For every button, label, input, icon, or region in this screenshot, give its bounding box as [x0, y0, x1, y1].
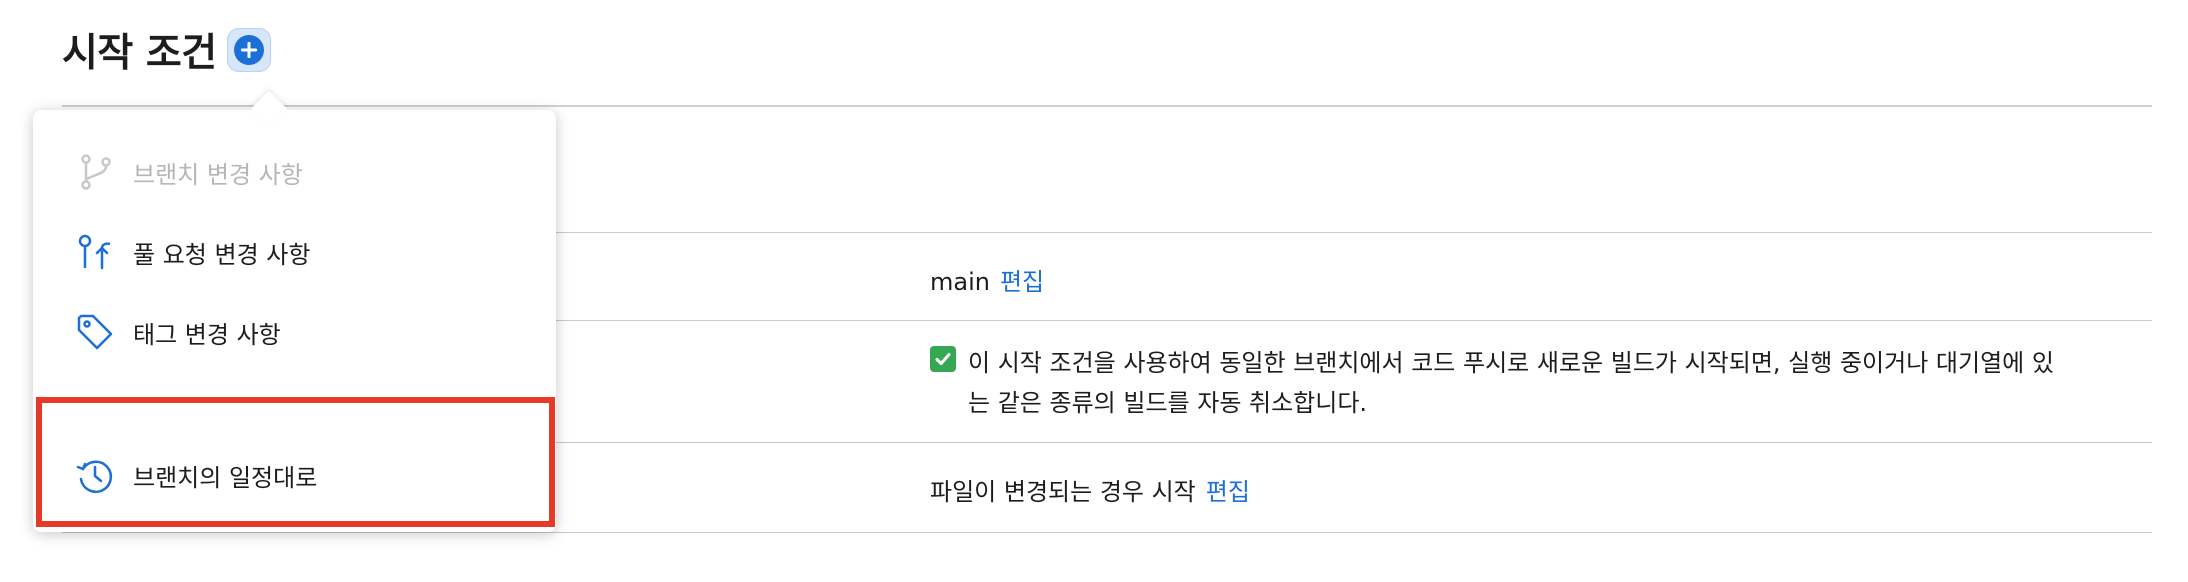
branch-icon — [81, 154, 111, 190]
pull-request-icon — [78, 234, 111, 270]
branch-row: main 편집 — [930, 262, 1044, 297]
highlight-box — [36, 397, 555, 527]
menu-item-label: 태그 변경 사항 — [133, 320, 281, 349]
menu-item-pull-request-changes[interactable]: 풀 요청 변경 사항 — [75, 232, 310, 272]
auto-cancel-row: 이 시작 조건을 사용하여 동일한 브랜치에서 코드 푸시로 새로운 빌드가 시… — [930, 343, 2058, 423]
auto-cancel-label: 이 시작 조건을 사용하여 동일한 브랜치에서 코드 푸시로 새로운 빌드가 시… — [968, 349, 2054, 417]
menu-item-label: 브랜치 변경 사항 — [133, 160, 303, 189]
section-title: 시작 조건 — [62, 31, 217, 76]
divider — [62, 532, 2152, 533]
menu-item-label: 풀 요청 변경 사항 — [133, 240, 311, 269]
menu-item-tag-changes[interactable]: 태그 변경 사항 — [75, 312, 281, 352]
file-change-row: 파일이 변경되는 경우 시작 편집 — [930, 472, 1250, 507]
plus-circle-icon — [233, 35, 264, 65]
section-header: 시작 조건 — [62, 22, 271, 78]
menu-item-branch-changes[interactable]: 브랜치 변경 사항 — [75, 152, 303, 192]
divider — [62, 105, 2152, 107]
tag-icon — [77, 314, 113, 350]
start-conditions-page: 시작 조건 main 편집 이 시작 조건을 사용하여 동일한 브랜치에서 코드 … — [0, 0, 2188, 582]
file-change-value: 파일이 변경되는 경우 시작 — [930, 478, 1196, 506]
branch-edit-link[interactable]: 편집 — [1000, 268, 1044, 296]
menu-caret — [250, 90, 288, 128]
branch-value: main — [930, 268, 990, 296]
check-icon — [935, 353, 951, 365]
file-change-edit-link[interactable]: 편집 — [1206, 478, 1250, 506]
auto-cancel-checkbox[interactable] — [930, 346, 956, 372]
add-condition-button[interactable] — [226, 28, 271, 72]
